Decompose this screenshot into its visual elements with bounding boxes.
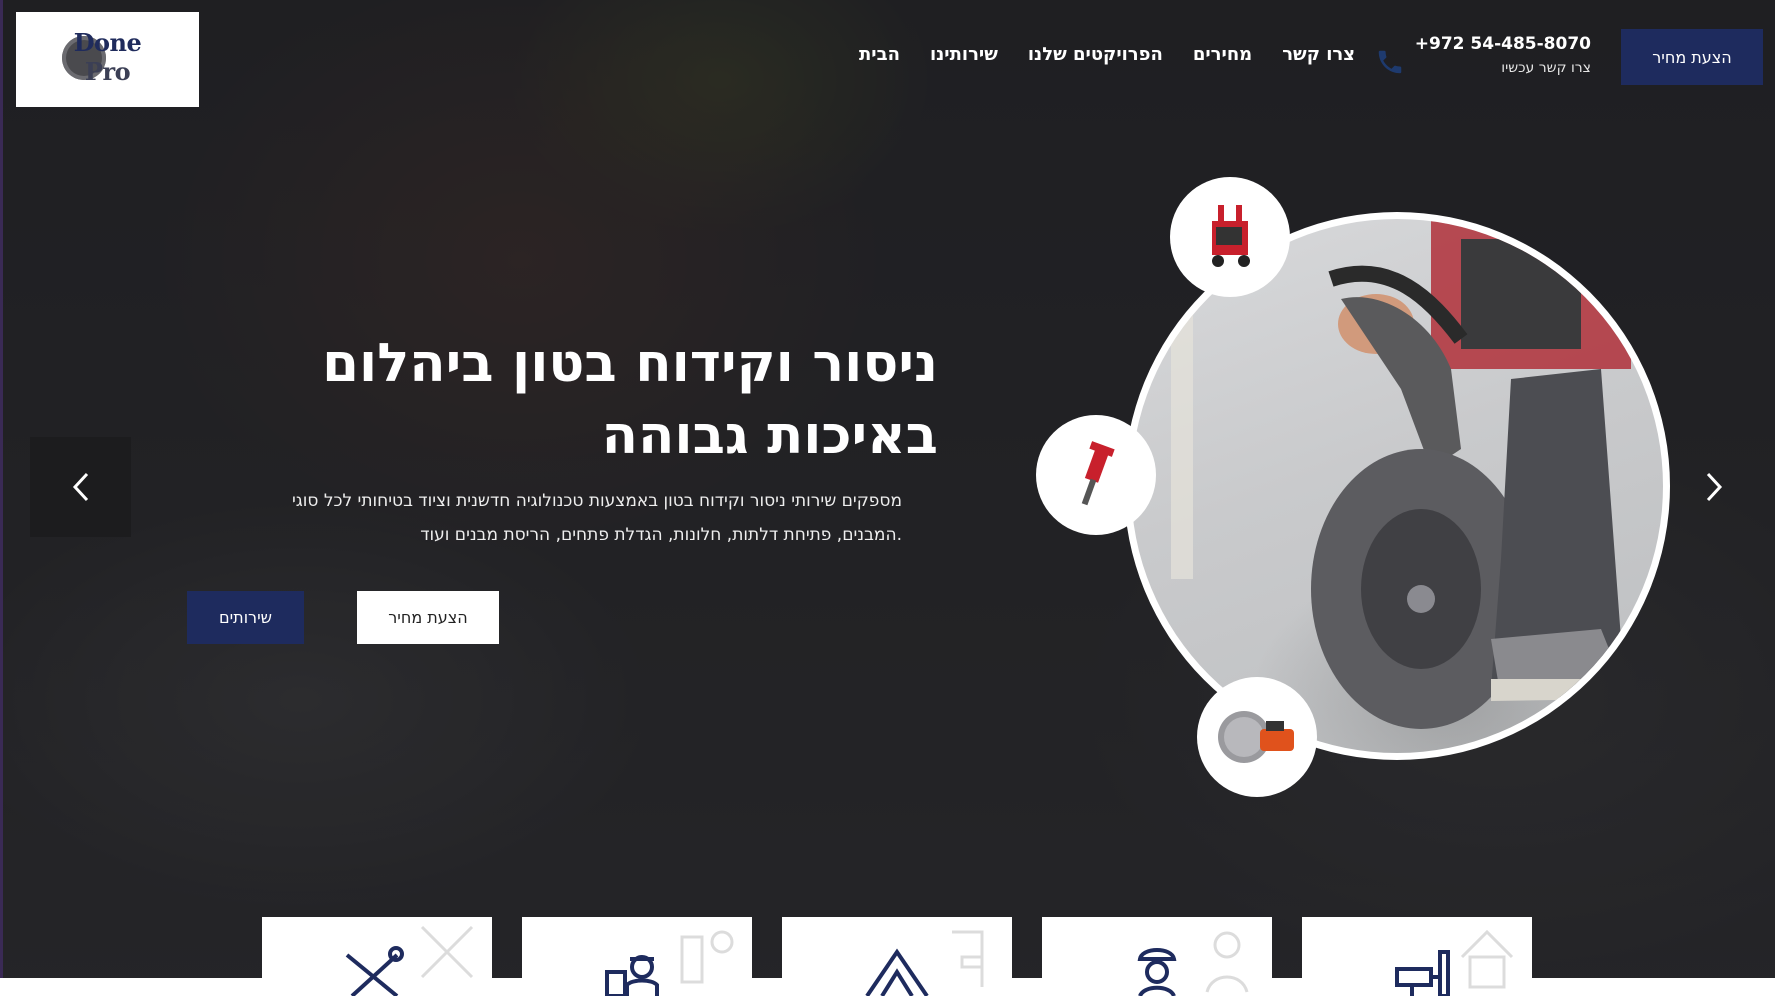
main-nav: הבית שירותינו הפרויקטים שלנו מחירים צרו …	[859, 44, 1355, 65]
technician-icon	[605, 930, 734, 996]
jackhammer-icon	[1081, 441, 1115, 506]
slider-next-button[interactable]	[1691, 462, 1737, 512]
left-edge-accent	[0, 0, 3, 996]
triangle-tool-icon	[865, 930, 984, 996]
nav-projects[interactable]: הפרויקטים שלנו	[1028, 44, 1163, 65]
hero-title-line1: ניסור וקידוח בטון ביהלום	[322, 333, 938, 394]
services-button[interactable]: שירותים	[187, 591, 304, 644]
drill-icon	[1395, 929, 1514, 996]
machine-thumbnail-3	[1197, 677, 1317, 797]
slider-prev-button[interactable]	[30, 437, 131, 537]
header-quote-button[interactable]: הצעת מחיר	[1621, 29, 1763, 85]
hero-description-line1: מספקים שירותי ניסור וקידוח בטון באמצעות …	[291, 491, 902, 511]
chevron-left-icon	[72, 472, 88, 502]
wrench-tools-icon	[345, 925, 474, 996]
phone-number[interactable]: +972 54-485-8070	[1415, 34, 1591, 54]
nav-prices[interactable]: מחירים	[1193, 44, 1252, 65]
service-card-tools[interactable]	[262, 917, 492, 996]
cutoff-saw-icon	[1218, 711, 1294, 763]
wall-saw-icon	[1212, 205, 1250, 267]
service-card-technician[interactable]	[522, 917, 752, 996]
concrete-saw-illustration	[1171, 219, 1631, 729]
logo-word-done: Done	[73, 27, 142, 57]
hero-description-line2: .המבנים, פתיחת דלתות, חלונות, הגדלת פתחי…	[420, 525, 902, 545]
hero-photo-concrete-saw	[1124, 212, 1670, 760]
nav-contact[interactable]: צרו קשר	[1282, 44, 1355, 65]
phone-block[interactable]: +972 54-485-8070 צרו קשר עכשיו	[1415, 34, 1591, 76]
worker-icon	[1137, 931, 1249, 996]
machine-thumbnail-1	[1170, 177, 1290, 297]
hero-description: מספקים שירותי ניסור וקידוח בטון באמצעות …	[222, 484, 902, 552]
phone-subtitle: צרו קשר עכשיו	[1501, 60, 1591, 76]
logo[interactable]: Done Pro	[16, 12, 199, 107]
logo-mark: Done Pro	[48, 28, 168, 90]
hero-title: ניסור וקידוח בטון ביהלום באיכות גבוהה	[238, 328, 938, 472]
machine-thumbnail-2	[1036, 415, 1156, 535]
chevron-right-icon	[1706, 472, 1723, 502]
service-card-worker[interactable]	[1042, 917, 1272, 996]
phone-icon[interactable]	[1372, 44, 1408, 80]
service-card-drill[interactable]	[1302, 917, 1532, 996]
nav-services[interactable]: שירותינו	[930, 44, 998, 65]
logo-word-pro: Pro	[84, 56, 131, 86]
service-card-triangle[interactable]	[782, 917, 1012, 996]
logo-text: Done Pro	[48, 28, 168, 86]
nav-home[interactable]: הבית	[859, 44, 900, 65]
hero-title-line2: באיכות גבוהה	[601, 405, 938, 466]
hero-quote-button[interactable]: הצעת מחיר	[357, 591, 499, 644]
